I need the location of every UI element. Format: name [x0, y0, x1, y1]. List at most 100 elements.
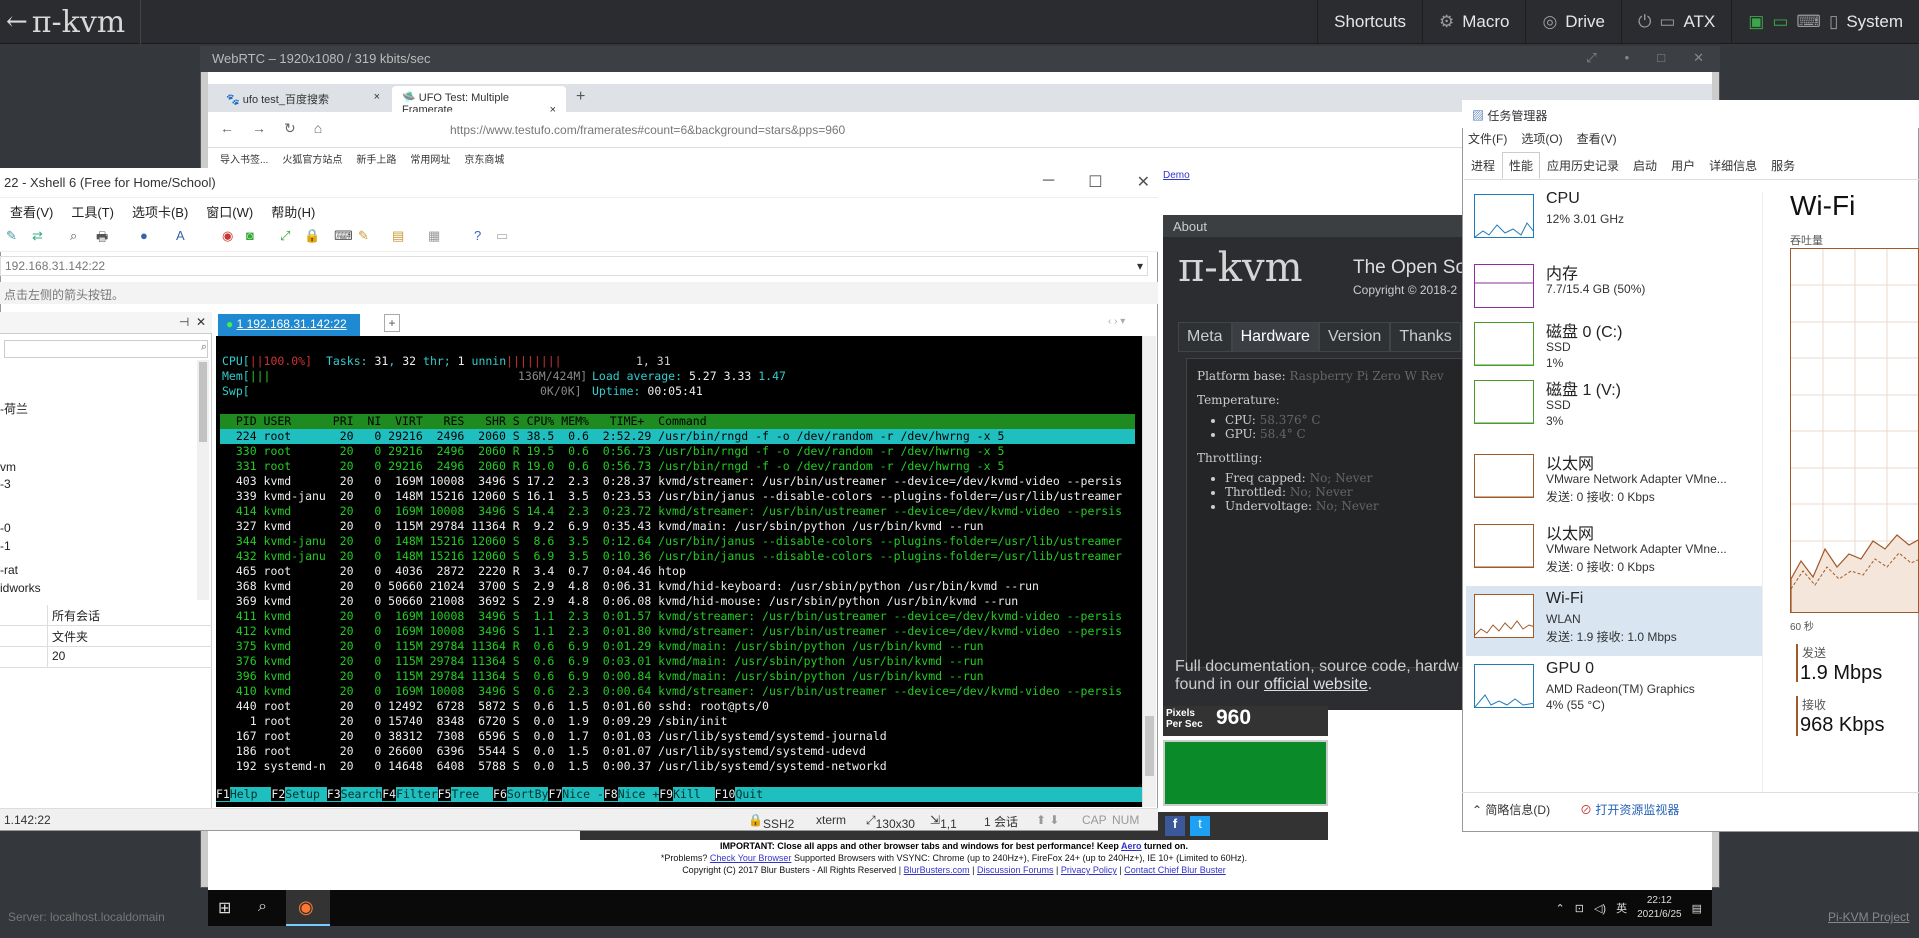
perf-item[interactable]: Wi-Fi WLAN 发送: 1.9 接收: 1.0 Mbps	[1466, 586, 1762, 656]
tree-item[interactable]: -荷兰	[0, 400, 28, 417]
process-row[interactable]: 376 kvmd 20 0 115M 29784 11364 S 0.6 6.9…	[222, 654, 984, 669]
menu-tabs[interactable]: 选项卡(B)	[132, 202, 188, 220]
folder-icon[interactable]: ▤	[392, 228, 404, 244]
xshell-icon[interactable]: ◙	[246, 228, 254, 243]
blurbusters-link[interactable]: BlurBusters.com	[904, 865, 970, 875]
tab-meta[interactable]: Meta	[1178, 322, 1232, 352]
dropdown-icon[interactable]: ▾	[1137, 259, 1143, 273]
font-icon[interactable]: 🖶	[96, 228, 108, 250]
tab-performance[interactable]: 性能	[1502, 152, 1541, 179]
forums-link[interactable]: Discussion Forums	[977, 865, 1054, 875]
perf-item[interactable]: 磁盘 1 (V:) SSD 3%	[1466, 372, 1762, 442]
fkey-key[interactable]: F10	[714, 787, 736, 801]
close-icon[interactable]: ×	[374, 91, 380, 103]
process-row[interactable]: 369 kvmd 20 0 50660 21008 3692 S 2.9 4.8…	[222, 594, 1018, 609]
tab-app-history[interactable]: 应用历史记录	[1540, 152, 1626, 179]
forward-icon[interactable]: →	[252, 120, 266, 137]
twitter-icon[interactable]: t	[1190, 816, 1210, 836]
fkey-key[interactable]: F5	[437, 787, 452, 801]
ime-indicator[interactable]: 英	[1616, 900, 1627, 916]
session-search-input[interactable]: ⌕	[4, 340, 208, 358]
about-header[interactable]: About	[1163, 215, 1463, 237]
terminal[interactable]: CPU[||100.0%] Tasks: 31, 32 thr; 1 unnin…	[216, 336, 1142, 807]
process-row[interactable]: 368 kvmd 20 0 50660 21024 3700 S 2.9 4.8…	[222, 579, 1039, 594]
stream-header[interactable]: WebRTC – 1920x1080 / 319 kbits/sec ⤢ • □…	[200, 46, 1720, 72]
pen-icon[interactable]: ✎	[358, 228, 369, 244]
search-icon[interactable]: ⌕	[70, 228, 77, 244]
process-row[interactable]: 412 kvmd 20 0 169M 10008 3496 S 1.1 2.3 …	[222, 624, 1122, 639]
fkey-key[interactable]: F8	[603, 787, 618, 801]
close-icon[interactable]: ✕	[1137, 172, 1150, 192]
open-resource-monitor-link[interactable]: ⊘ 打开资源监视器	[1580, 801, 1679, 818]
arrow-icons[interactable]: ⬆ ⬇	[1036, 813, 1059, 827]
tab-details[interactable]: 详细信息	[1702, 152, 1764, 179]
xshell-titlebar[interactable]: 22 - Xshell 6 (Free for Home/School) ─ ☐…	[0, 168, 1158, 198]
tab-services[interactable]: 服务	[1764, 152, 1802, 179]
volume-icon[interactable]: ◁)	[1594, 902, 1606, 915]
demo-link[interactable]: Demo	[1163, 170, 1190, 181]
process-row[interactable]: 186 root 20 0 26600 6396 5544 S 0.0 1.5 …	[222, 744, 866, 759]
contact-link[interactable]: Contact Chief Blur Buster	[1124, 865, 1226, 875]
perf-item[interactable]: 内存 7.7/15.4 GB (50%)	[1466, 256, 1762, 314]
menu-window[interactable]: 窗口(W)	[206, 202, 253, 220]
xftp-icon[interactable]: ◉	[222, 228, 233, 244]
home-icon[interactable]: ⌂	[314, 120, 322, 137]
process-row[interactable]: 440 root 20 0 12492 6728 5872 S 0.6 1.5 …	[222, 699, 769, 714]
menu-view[interactable]: 查看(V)	[10, 202, 53, 220]
lock-icon[interactable]: 🔒	[304, 228, 320, 244]
fkey-key[interactable]: F1	[216, 787, 230, 801]
reload-icon[interactable]: ↻	[284, 120, 296, 137]
notification-icon[interactable]: ▤	[1692, 902, 1702, 915]
perf-item[interactable]: 磁盘 0 (C:) SSD 1%	[1466, 314, 1762, 372]
session-tab[interactable]: ● 1 192.168.31.142:22	[218, 314, 360, 336]
windows-start-icon[interactable]: ⊞	[218, 898, 231, 918]
process-row[interactable]: 330 root 20 0 29216 2496 2060 R 19.5 0.6…	[222, 444, 1005, 459]
toolbar-icon[interactable]: ✎	[6, 228, 17, 244]
check-browser-link[interactable]: Check Your Browser	[710, 853, 792, 863]
bookmark-item[interactable]: 新手上路	[356, 151, 396, 166]
menu-drive[interactable]: ◎ Drive	[1525, 0, 1621, 44]
firefox-taskbar-button[interactable]: ◉	[286, 890, 330, 926]
bookmark-item[interactable]: 导入书签...	[220, 151, 268, 166]
terminal-scrollbar[interactable]	[1142, 336, 1156, 807]
bookmark-item[interactable]: 火狐官方站点	[282, 151, 342, 166]
back-icon[interactable]: ←	[220, 120, 234, 137]
process-row[interactable]: 339 kvmd-janu 20 0 148M 15216 12060 S 16…	[222, 489, 1122, 504]
bookmark-item[interactable]: 京东商城	[464, 151, 504, 166]
perf-item[interactable]: 以太网 VMware Network Adapter VMne... 发送: 0 接…	[1466, 516, 1762, 586]
process-row[interactable]: 344 kvmd-janu 20 0 148M 15216 12060 S 8.…	[222, 534, 1122, 549]
pikvm-project-link[interactable]: Pi-KVM Project	[1828, 910, 1909, 924]
tree-item[interactable]: vm	[0, 460, 16, 474]
close-icon[interactable]: ✕	[196, 315, 206, 329]
perf-item[interactable]: CPU 12% 3.01 GHz	[1466, 186, 1762, 254]
fkey-key[interactable]: F3	[326, 787, 341, 801]
perf-item[interactable]: GPU 0 AMD Radeon(TM) Graphics 4% (55 °C)	[1466, 656, 1762, 726]
process-row[interactable]: 167 root 20 0 38312 7308 6596 S 0.0 1.7 …	[222, 729, 887, 744]
menu-atx[interactable]: ⏻ ▭ ATX	[1620, 0, 1731, 44]
fullscreen-icon[interactable]: ⤢	[280, 228, 290, 244]
process-row[interactable]: 224 root 20 0 29216 2496 2060 S 38.5 0.6…	[222, 429, 1005, 444]
keyboard-icon[interactable]: ⌨	[334, 228, 353, 244]
tab-processes[interactable]: 进程	[1464, 152, 1502, 179]
close-icon[interactable]: ✕	[1693, 50, 1704, 66]
process-row[interactable]: 432 kvmd-janu 20 0 148M 15216 12060 S 6.…	[222, 549, 1122, 564]
browser-tab[interactable]: 🐾 ufo test_百度搜索 ×	[216, 86, 390, 112]
tree-item[interactable]: -1	[0, 539, 11, 553]
transfer-icon[interactable]: ⇄	[32, 228, 43, 244]
browser-tab-active[interactable]: 🛸 UFO Test: Multiple Framerate ×	[392, 86, 566, 116]
process-row[interactable]: 396 kvmd 20 0 115M 29784 11364 S 0.6 6.9…	[222, 669, 984, 684]
fkey-key[interactable]: F2	[271, 787, 286, 801]
process-row[interactable]: 414 kvmd 20 0 169M 10008 3496 S 14.4 2.3…	[222, 504, 1122, 519]
tree-item[interactable]: -3	[0, 477, 11, 491]
fkey-key[interactable]: F9	[659, 787, 674, 801]
privacy-link[interactable]: Privacy Policy	[1061, 865, 1117, 875]
back-arrow-icon[interactable]: ←	[6, 7, 28, 37]
process-row[interactable]: 465 root 20 0 4036 2872 2220 R 3.4 0.7 0…	[222, 564, 686, 579]
minimize-icon[interactable]: ─	[1043, 172, 1054, 192]
kvm-logo[interactable]: ← π-kvm	[6, 4, 125, 40]
fkey-key[interactable]: F4	[382, 787, 397, 801]
tab-users[interactable]: 用户	[1664, 152, 1702, 179]
dot-icon[interactable]: •	[1625, 50, 1630, 66]
new-tab-icon[interactable]: +	[576, 88, 585, 106]
clock[interactable]: 22:12 2021/6/25	[1637, 894, 1682, 922]
